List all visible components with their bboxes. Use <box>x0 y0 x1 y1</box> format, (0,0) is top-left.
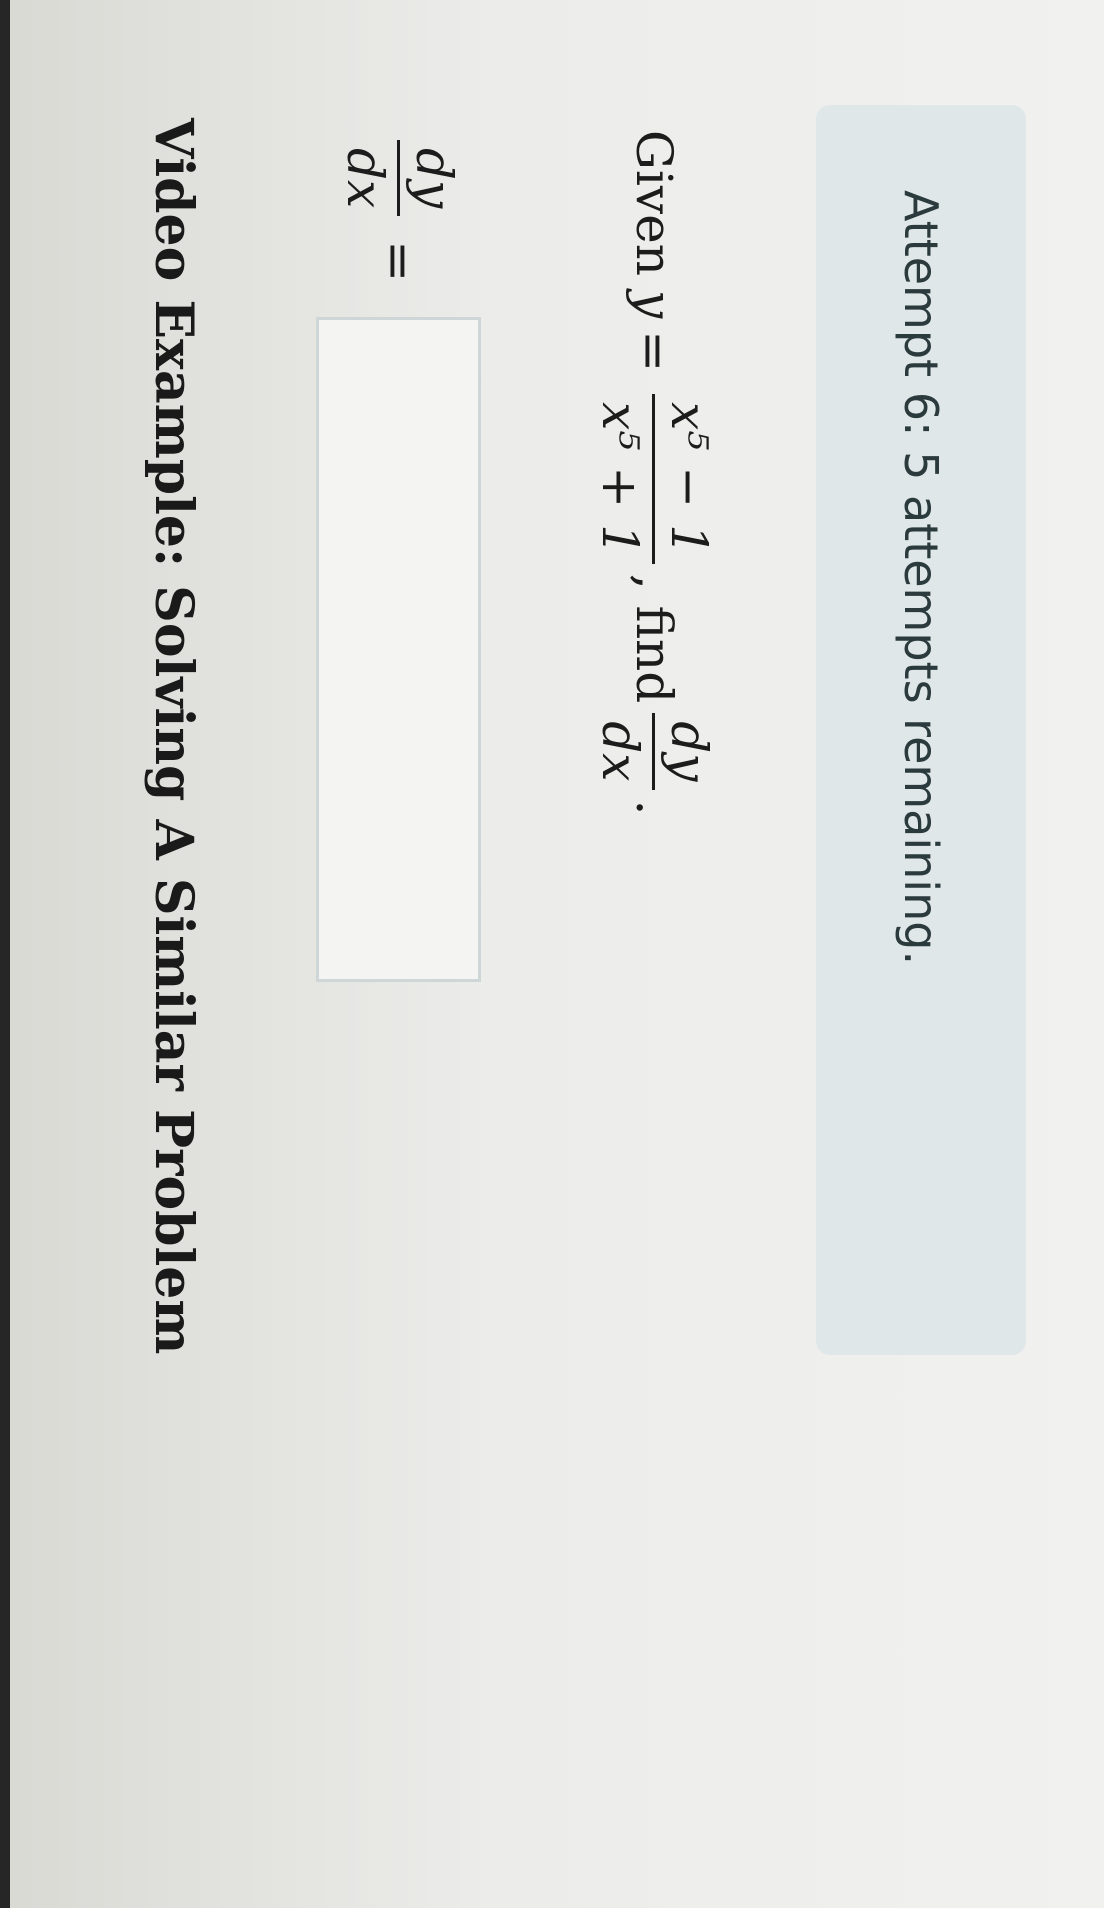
fraction-bar <box>652 394 656 564</box>
fraction-denominator: x⁵ + 1 <box>591 402 650 556</box>
attempt-text: Attempt 6: 5 attempts remaining. <box>894 190 948 966</box>
answer-derivative-label: dy dx <box>336 140 463 217</box>
answer-lhs-numerator: dy <box>405 148 463 209</box>
find-text: , find <box>625 573 683 704</box>
target-derivative: dy dx <box>591 713 718 790</box>
given-word: Given <box>625 130 683 276</box>
attempt-banner: Attempt 6: 5 attempts remaining. <box>816 105 1026 1355</box>
given-fraction: x⁵ − 1 x⁵ + 1 <box>591 394 718 564</box>
target-fraction-bar <box>652 713 656 790</box>
target-denominator: dx <box>591 721 650 782</box>
question-panel: Attempt 6: 5 attempts remaining. Given y… <box>0 0 1104 1908</box>
answer-row: dy dx = <box>304 130 494 983</box>
equals-sign: = <box>625 330 683 373</box>
answer-input[interactable] <box>316 317 482 983</box>
answer-lhs-denominator: dx <box>336 148 395 209</box>
video-example-link[interactable]: Video Example: Solving A Similar Problem <box>143 118 204 1354</box>
period: . <box>625 799 683 816</box>
question-text: Given y = x⁵ − 1 x⁵ + 1 , find dy dx . <box>549 130 759 815</box>
target-numerator: dy <box>660 721 718 782</box>
fraction-numerator: x⁵ − 1 <box>660 402 718 556</box>
screen: Attempt 6: 5 attempts remaining. Given y… <box>0 0 1104 1908</box>
y-variable: y <box>625 289 683 319</box>
answer-lhs-bar <box>397 140 401 217</box>
answer-equals-sign: = <box>370 240 428 283</box>
